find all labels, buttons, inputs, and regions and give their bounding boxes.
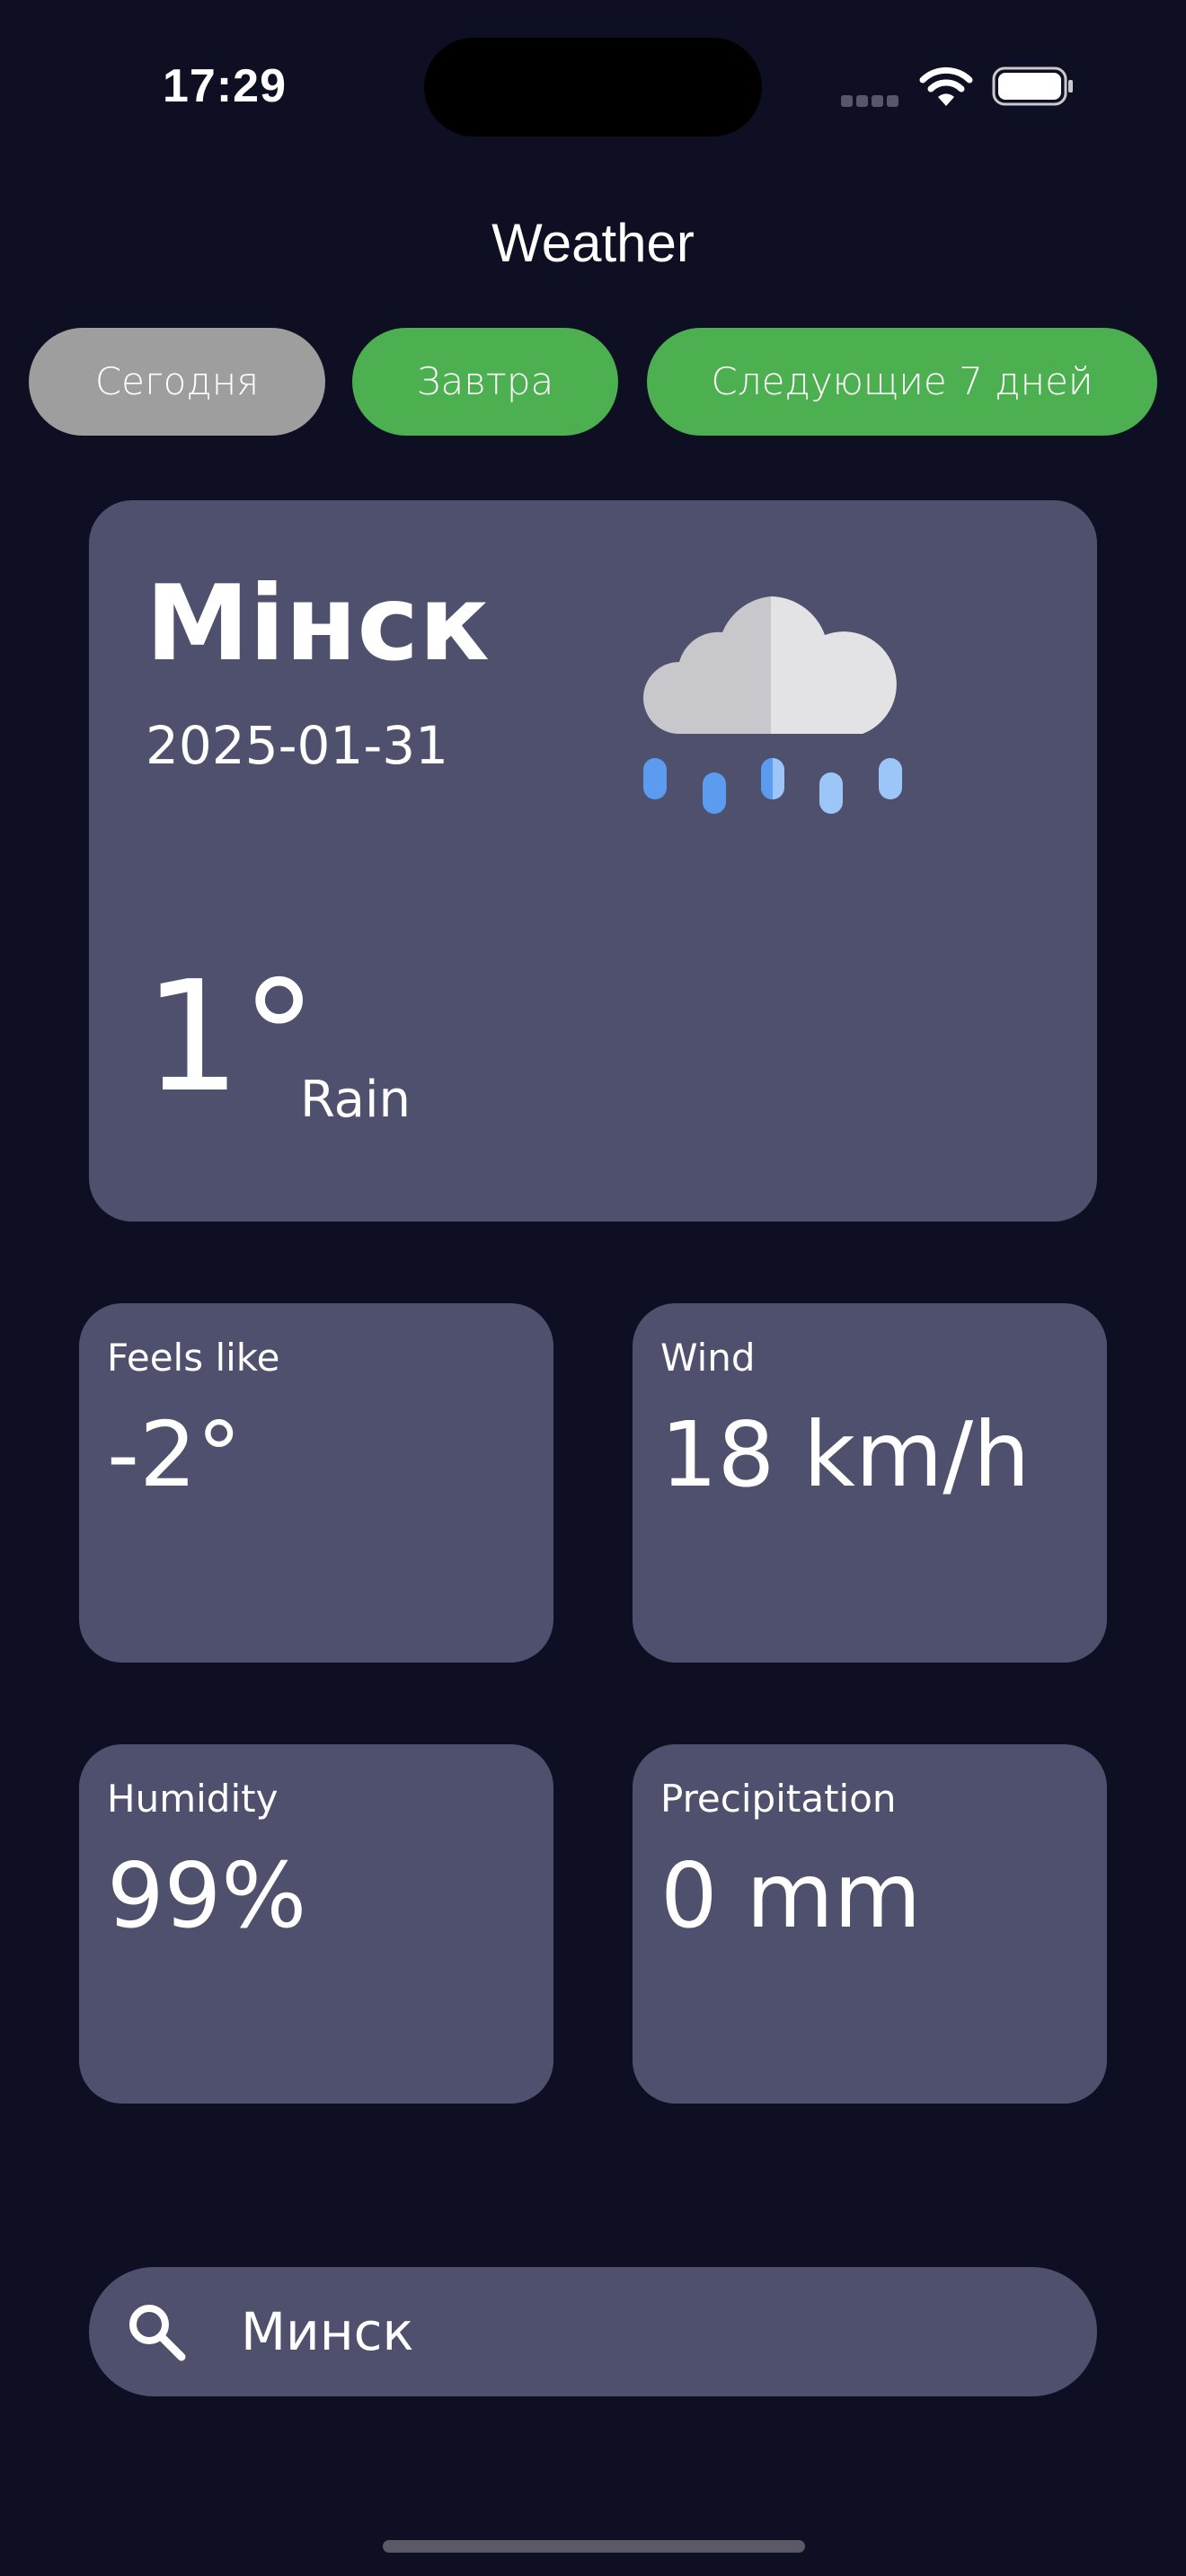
- page-title: Weather: [491, 213, 695, 273]
- cellular-signal-icon: [841, 93, 902, 107]
- humidity-label: Humidity: [107, 1777, 279, 1821]
- wind-label: Wind: [660, 1336, 756, 1380]
- wind-value: 18 km/h: [660, 1402, 1031, 1507]
- feels-like-value: -2°: [107, 1402, 242, 1507]
- weather-condition: Rain: [300, 1071, 412, 1129]
- rain-cloud-icon: [643, 596, 902, 814]
- home-indicator[interactable]: [383, 2540, 805, 2553]
- tab-next-7-days[interactable]: Следующие 7 дней: [647, 328, 1157, 436]
- current-temperature: 1°: [144, 948, 318, 1126]
- tab-tomorrow[interactable]: Завтра: [352, 328, 618, 436]
- status-time: 17:29: [163, 60, 287, 112]
- tab-today[interactable]: Сегодня: [29, 328, 325, 436]
- precipitation-label: Precipitation: [660, 1777, 897, 1821]
- battery-icon: [992, 66, 1073, 106]
- dynamic-island: [424, 38, 762, 137]
- precipitation-value: 0 mm: [660, 1843, 922, 1948]
- city-search-input[interactable]: [241, 2289, 1049, 2375]
- humidity-value: 99%: [107, 1843, 307, 1948]
- search-icon[interactable]: [126, 2301, 187, 2362]
- forecast-date: 2025-01-31: [146, 715, 449, 776]
- wifi-icon: [919, 66, 973, 106]
- feels-like-label: Feels like: [107, 1336, 280, 1380]
- city-name: Мінск: [146, 563, 490, 684]
